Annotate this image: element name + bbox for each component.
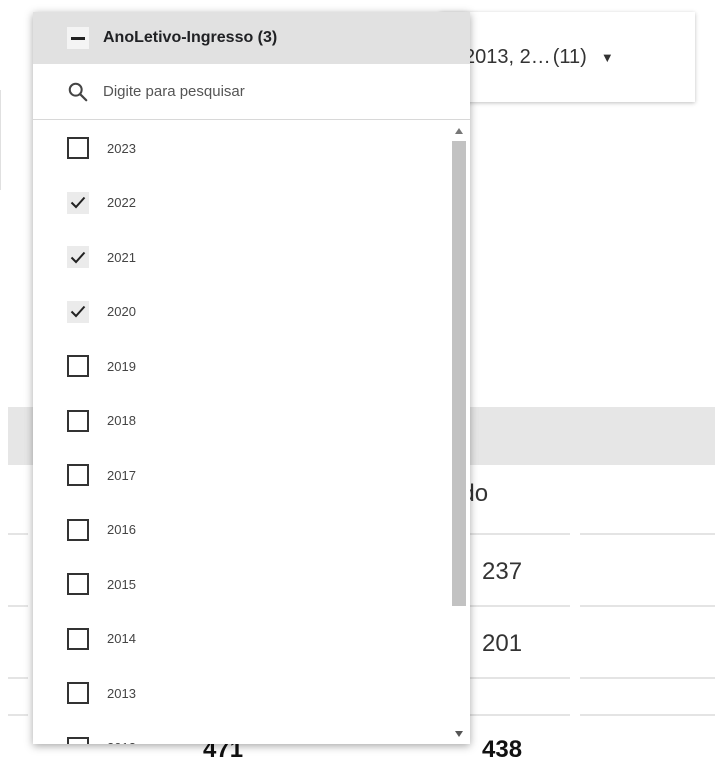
option-checkbox[interactable]	[67, 736, 89, 744]
table-divider	[468, 533, 570, 535]
option-item-2018[interactable]: 2018	[33, 394, 448, 449]
table-divider	[468, 714, 570, 716]
option-checkbox[interactable]	[67, 246, 89, 269]
search-row	[33, 64, 470, 120]
option-label: 2020	[107, 304, 136, 320]
background-divider	[0, 90, 1, 190]
option-checkbox[interactable]	[67, 627, 89, 650]
dropdown-title: AnoLetivo-Ingresso (3)	[103, 29, 278, 46]
filter-dropdown-panel: AnoLetivo-Ingresso (3) 2023 2022 20	[33, 12, 470, 744]
options-list: 2023 2022 2021 2020 2019 2018 2017 2016 …	[33, 121, 448, 744]
option-item-2020[interactable]: 2020	[33, 285, 448, 340]
option-checkbox[interactable]	[67, 682, 89, 705]
table-divider	[8, 533, 28, 535]
option-item-2014[interactable]: 2014	[33, 612, 448, 667]
option-item-2019[interactable]: 2019	[33, 339, 448, 394]
table-divider	[8, 677, 28, 679]
option-label: 2015	[107, 576, 136, 592]
scrollbar-thumb[interactable]	[452, 141, 466, 606]
filter-control[interactable]: 2013, 2… (11) ▼	[440, 12, 695, 102]
option-label: 2013	[107, 685, 136, 701]
scroll-up-icon[interactable]	[448, 123, 470, 139]
table-divider	[580, 677, 715, 679]
option-label: 2017	[107, 467, 136, 483]
table-divider	[468, 677, 570, 679]
dropdown-header: AnoLetivo-Ingresso (3)	[33, 12, 470, 64]
option-checkbox[interactable]	[67, 573, 89, 596]
option-checkbox[interactable]	[67, 518, 89, 541]
table-divider	[580, 714, 715, 716]
option-item-2023[interactable]: 2023	[33, 121, 448, 176]
option-label: 2018	[107, 413, 136, 429]
table-cell: 201	[482, 630, 523, 657]
option-item-2013[interactable]: 2013	[33, 666, 448, 721]
option-checkbox[interactable]	[67, 464, 89, 487]
scrollbar[interactable]	[448, 121, 470, 744]
options-list-viewport[interactable]: 2023 2022 2021 2020 2019 2018 2017 2016 …	[33, 121, 470, 744]
option-checkbox[interactable]	[67, 409, 89, 432]
dropdown-caret-icon[interactable]: ▼	[601, 50, 614, 65]
option-item-2017[interactable]: 2017	[33, 448, 448, 503]
option-checkbox[interactable]	[67, 191, 89, 214]
option-checkbox[interactable]	[67, 300, 89, 323]
option-item-2015[interactable]: 2015	[33, 557, 448, 612]
option-item-2021[interactable]: 2021	[33, 230, 448, 285]
table-divider	[580, 605, 715, 607]
table-divider	[8, 605, 28, 607]
scroll-down-icon[interactable]	[448, 726, 470, 742]
option-item-2016[interactable]: 2016	[33, 503, 448, 558]
search-input[interactable]	[103, 83, 403, 100]
option-item-2022[interactable]: 2022	[33, 176, 448, 231]
option-label: 2014	[107, 631, 136, 647]
check-icon	[70, 251, 86, 264]
table-cell: 237	[482, 558, 523, 585]
deselect-all-icon[interactable]	[67, 27, 89, 49]
search-icon	[68, 82, 88, 101]
option-label: 2016	[107, 522, 136, 538]
option-label: 2023	[107, 140, 136, 156]
option-checkbox[interactable]	[67, 355, 89, 378]
option-label: 2022	[107, 195, 136, 211]
check-icon	[70, 306, 86, 318]
option-label: 2012	[107, 740, 136, 744]
option-item-2012[interactable]: 2012	[33, 721, 448, 744]
table-divider	[468, 605, 570, 607]
table-divider	[580, 533, 715, 535]
check-icon	[70, 197, 86, 209]
table-divider	[8, 714, 28, 716]
filter-count: (11)	[552, 45, 587, 68]
option-label: 2019	[107, 358, 136, 374]
option-label: 2021	[107, 249, 136, 265]
option-checkbox[interactable]	[67, 137, 89, 160]
filter-value: 2013, 2…	[464, 45, 551, 68]
